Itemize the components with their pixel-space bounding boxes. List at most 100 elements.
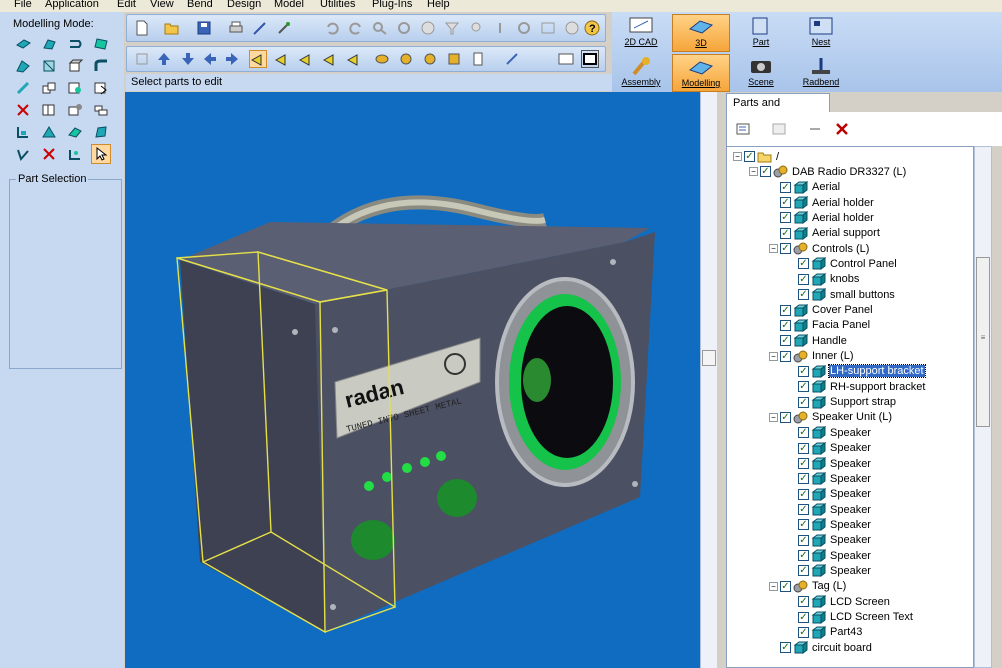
alert-icon[interactable] bbox=[563, 19, 581, 37]
align-tool-icon[interactable] bbox=[91, 100, 111, 120]
expand-toggle-icon[interactable]: − bbox=[769, 351, 778, 361]
tree-row[interactable]: ✓ Speaker bbox=[787, 548, 872, 563]
tree-checkbox[interactable]: ✓ bbox=[780, 350, 791, 362]
tab-parts-and-assemblies[interactable]: Parts and Assemblies bbox=[726, 93, 830, 127]
pin-icon[interactable] bbox=[491, 19, 509, 37]
expand-toggle-icon[interactable]: − bbox=[769, 412, 778, 422]
menu-bend[interactable]: Bend bbox=[187, 0, 213, 11]
tree-checkbox[interactable]: ✓ bbox=[744, 151, 755, 162]
mode-scene-button[interactable]: Scene bbox=[732, 54, 790, 92]
tree-checkbox[interactable]: ✓ bbox=[798, 488, 809, 500]
tree-checkbox[interactable]: ✓ bbox=[798, 550, 809, 562]
help-icon[interactable]: ? bbox=[583, 19, 601, 37]
tree-checkbox[interactable]: ✓ bbox=[780, 243, 791, 255]
info-icon[interactable] bbox=[419, 19, 437, 37]
tree-checkbox[interactable]: ✓ bbox=[780, 411, 791, 423]
menu-file[interactable]: File bbox=[14, 0, 32, 11]
tree-row[interactable]: ✓ Speaker bbox=[787, 563, 872, 578]
arrow-right-icon[interactable] bbox=[223, 50, 241, 68]
tree-checkbox[interactable]: ✓ bbox=[798, 611, 809, 623]
extrude-tool-icon[interactable] bbox=[13, 34, 33, 54]
tree-checkbox[interactable]: ✓ bbox=[798, 458, 809, 469]
tree-checkbox[interactable]: ✓ bbox=[798, 626, 809, 638]
viewport-scroll-thumb[interactable] bbox=[702, 350, 716, 366]
tree-checkbox[interactable]: ✓ bbox=[798, 565, 809, 577]
tree-checkbox[interactable]: ✓ bbox=[780, 642, 791, 654]
maximize-view-icon[interactable] bbox=[581, 50, 599, 68]
hem-tool-icon[interactable] bbox=[65, 34, 85, 54]
menu-edit[interactable]: Edit bbox=[117, 0, 136, 11]
tree-checkbox[interactable]: ✓ bbox=[780, 580, 791, 592]
measure-tool-icon[interactable] bbox=[13, 144, 33, 164]
tree-row[interactable]: ✓ LCD Screen Text bbox=[787, 610, 914, 625]
expand-toggle-icon[interactable]: − bbox=[769, 581, 778, 591]
crosshair-icon[interactable] bbox=[421, 50, 439, 68]
mode-assembly-button[interactable]: Assembly bbox=[612, 54, 670, 92]
relief-tool-icon[interactable] bbox=[39, 122, 59, 142]
unfold-tool-icon[interactable] bbox=[39, 144, 59, 164]
tree-row[interactable]: ✓ Speaker bbox=[787, 487, 872, 502]
tree-row[interactable]: ✓ Support strap bbox=[787, 395, 897, 410]
tree-row[interactable]: ✓ Handle bbox=[769, 333, 848, 348]
fold-tool-icon[interactable] bbox=[91, 122, 111, 142]
view-3-icon[interactable] bbox=[297, 50, 315, 68]
target-icon[interactable] bbox=[397, 50, 415, 68]
tree-checkbox[interactable]: ✓ bbox=[798, 442, 809, 454]
tree-row[interactable]: ✓ Speaker bbox=[787, 441, 872, 456]
tree-row[interactable]: − ✓ Inner (L) bbox=[769, 349, 855, 364]
mode-modelling-button[interactable]: Modelling bbox=[672, 54, 730, 92]
open-folder-icon[interactable] bbox=[163, 19, 181, 37]
tree-checkbox[interactable]: ✓ bbox=[798, 534, 809, 546]
fit-view-icon[interactable] bbox=[133, 50, 151, 68]
tree-row[interactable]: − ✓ Controls (L) bbox=[769, 241, 870, 256]
save-icon[interactable] bbox=[195, 19, 213, 37]
tree-row[interactable]: ✓ Part43 bbox=[787, 625, 863, 640]
menu-help[interactable]: Help bbox=[427, 0, 450, 11]
tree-row[interactable]: ✓ Speaker bbox=[787, 517, 872, 532]
sheet-tool-icon[interactable] bbox=[91, 34, 111, 54]
tree-checkbox[interactable]: ✓ bbox=[798, 504, 809, 516]
view-1-icon[interactable] bbox=[249, 50, 267, 68]
corner-tool-icon[interactable] bbox=[39, 56, 59, 76]
box-tool-icon[interactable] bbox=[65, 56, 85, 76]
tree-row[interactable]: − ✓ DAB Radio DR3327 (L) bbox=[749, 164, 907, 179]
expand-toggle-icon[interactable]: − bbox=[749, 167, 758, 177]
tree-row[interactable]: ✓ Speaker bbox=[787, 533, 872, 548]
cut-tool-icon[interactable] bbox=[13, 56, 33, 76]
viewport-scrollbar[interactable] bbox=[700, 92, 717, 668]
undo-icon[interactable] bbox=[323, 19, 341, 37]
mode-radbend-button[interactable]: Radbend bbox=[792, 54, 850, 92]
tree-row[interactable]: ✓ small buttons bbox=[787, 287, 896, 302]
mode-nest-button[interactable]: Nest bbox=[792, 14, 850, 52]
menu-plugins[interactable]: Plug-Ins bbox=[372, 0, 412, 11]
zoom-icon[interactable] bbox=[371, 19, 389, 37]
tree-row[interactable]: ✓ Aerial bbox=[769, 180, 841, 195]
tree-checkbox[interactable]: ✓ bbox=[798, 596, 809, 608]
tree-checkbox[interactable]: ✓ bbox=[798, 258, 809, 270]
axis-tool-icon[interactable] bbox=[65, 144, 85, 164]
eyedropper-icon[interactable] bbox=[503, 50, 521, 68]
view-2-icon[interactable] bbox=[273, 50, 291, 68]
tree-row[interactable]: − ✓ Speaker Unit (L) bbox=[769, 410, 893, 425]
menu-utilities[interactable]: Utilities bbox=[320, 0, 355, 11]
tree-row[interactable]: ✓ Speaker bbox=[787, 425, 872, 440]
tree-row[interactable]: ✓ Facia Panel bbox=[769, 318, 871, 333]
tree-row[interactable]: − ✓ / bbox=[733, 149, 780, 164]
rip-tool-icon[interactable] bbox=[91, 78, 111, 98]
tree-row[interactable]: ✓ Cover Panel bbox=[769, 303, 874, 318]
view-5-icon[interactable] bbox=[345, 50, 363, 68]
tree-row[interactable]: ✓ Aerial holder bbox=[769, 210, 875, 225]
menu-view[interactable]: View bbox=[150, 0, 174, 11]
arrow-down-icon[interactable] bbox=[179, 50, 197, 68]
copy-tool-icon[interactable] bbox=[39, 78, 59, 98]
print-icon[interactable] bbox=[227, 19, 245, 37]
list-view-icon[interactable] bbox=[771, 120, 789, 138]
profile-tool-icon[interactable] bbox=[13, 122, 33, 142]
tree-checkbox[interactable]: ✓ bbox=[780, 181, 791, 193]
tree-row[interactable]: ✓ knobs bbox=[787, 272, 860, 287]
tree-checkbox[interactable]: ✓ bbox=[798, 427, 809, 439]
tree-scrollbar[interactable]: ≡ bbox=[974, 146, 992, 668]
tree-checkbox[interactable]: ✓ bbox=[780, 227, 791, 239]
tree-checkbox[interactable]: ✓ bbox=[798, 473, 809, 485]
render-icon[interactable] bbox=[445, 50, 463, 68]
